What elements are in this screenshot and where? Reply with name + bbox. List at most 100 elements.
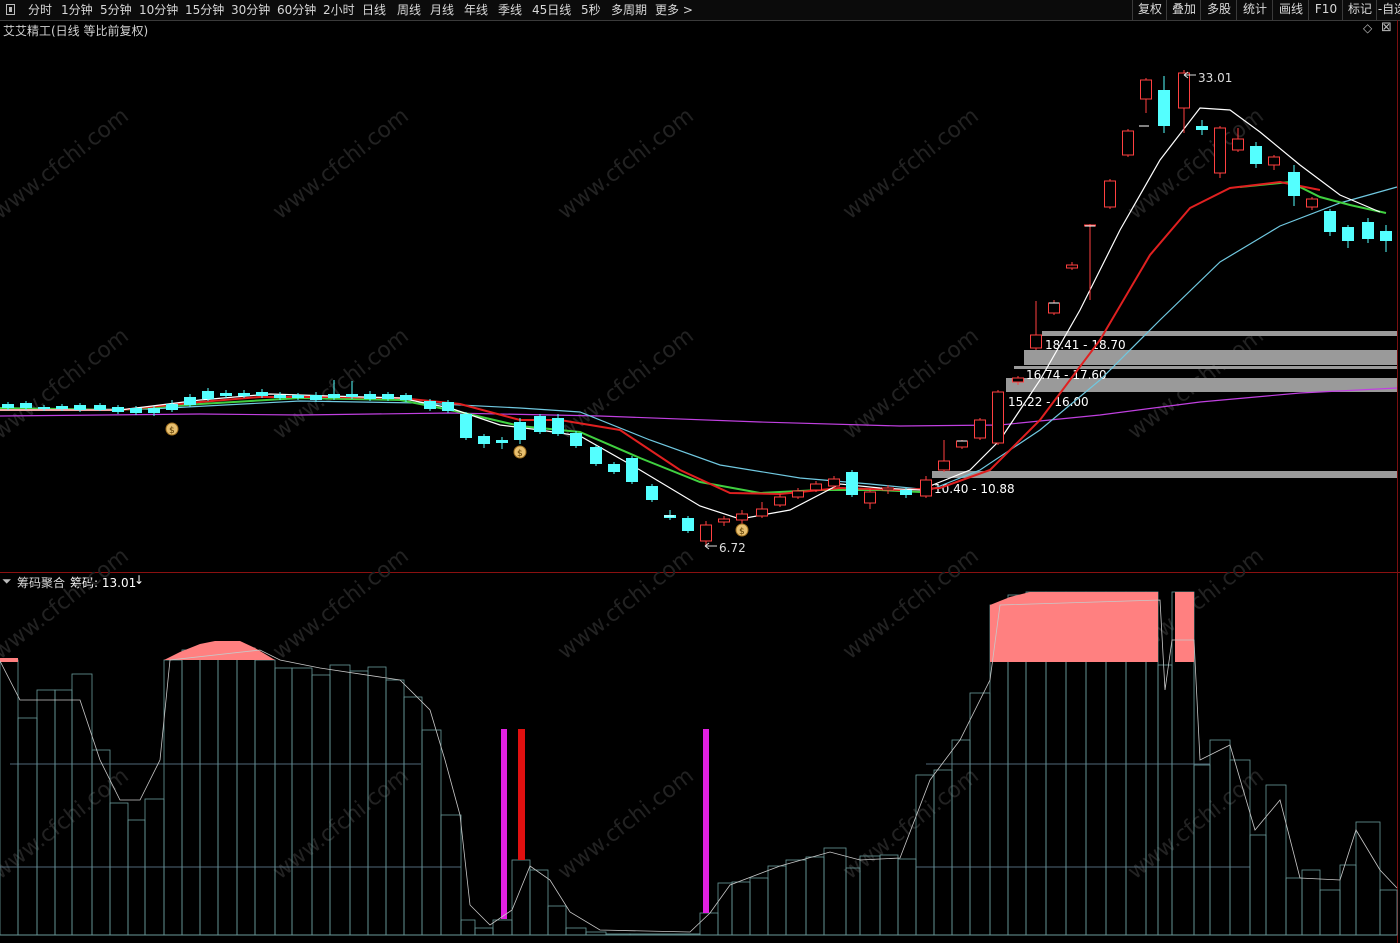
candle-body-50	[920, 479, 932, 497]
pink-peak-edge	[0, 658, 18, 662]
signal-bar-magenta-1	[501, 729, 507, 919]
zone-band-4	[932, 471, 1397, 478]
candle-body-60	[1104, 180, 1116, 208]
chip-bar-50	[969, 692, 991, 936]
chip-bar-40	[785, 859, 807, 936]
candle-body-74	[1362, 222, 1374, 239]
candle-body-63	[1158, 90, 1170, 126]
chip-bar-0	[0, 659, 19, 936]
watermark-19: www.cfchi.com	[1123, 763, 1268, 884]
low-arrow-icon	[704, 542, 717, 550]
chip-bar-39	[767, 865, 787, 936]
watermark-16: www.cfchi.com	[268, 763, 413, 884]
candle-body-11	[202, 391, 214, 399]
candle-body-10	[184, 397, 196, 405]
money-bag-symbol-1: $	[517, 449, 523, 459]
chip-bar-27	[492, 919, 513, 936]
chip-bar-18	[329, 664, 351, 936]
candle-body-4	[74, 405, 86, 410]
candle-body-16	[292, 395, 304, 398]
pink-peak-right-b	[1175, 592, 1194, 662]
candle-body-47	[864, 491, 876, 504]
candle-body-52	[956, 440, 968, 448]
chip-bar-65	[1249, 834, 1267, 936]
chip-bar-23	[421, 729, 442, 936]
chip-bar-31	[565, 927, 587, 936]
chip-bar-62	[1193, 764, 1211, 936]
candle-body-72	[1324, 211, 1336, 232]
candle-body-14	[256, 392, 268, 396]
candle-body-1	[20, 403, 32, 408]
candle-body-5	[94, 405, 106, 410]
candle-body-66	[1214, 127, 1226, 174]
candle-body-8	[148, 408, 160, 413]
candle-body-71	[1306, 198, 1318, 208]
candle-body-22	[400, 395, 412, 400]
candle-body-54	[992, 391, 1004, 444]
chip-bar-9	[163, 659, 183, 936]
candle-body-67	[1232, 138, 1244, 151]
chip-bar-45	[879, 854, 899, 936]
candle-body-33	[608, 464, 620, 472]
candle-body-29	[534, 416, 546, 432]
candle-body-28	[514, 422, 526, 440]
chip-bar-36	[717, 882, 733, 936]
chip-bar-71	[1355, 821, 1381, 936]
candle-body-64	[1178, 72, 1190, 109]
chip-bar-14	[254, 659, 276, 936]
candle-body-70	[1288, 172, 1300, 196]
chart-canvas[interactable]: www.cfchi.com www.cfchi.com www.cfchi.com w…	[0, 0, 1400, 943]
ma-line-cyan	[0, 186, 1398, 491]
chip-bar-7	[127, 819, 146, 936]
chip-bar-28	[511, 859, 531, 936]
candle-body-49	[900, 490, 912, 495]
money-bag-symbol-0: $	[169, 426, 175, 436]
signal-bar-red	[518, 729, 525, 860]
watermark-6: www.cfchi.com	[268, 323, 413, 444]
candle-body-7	[130, 408, 142, 413]
candle-body-25	[460, 414, 472, 438]
watermark-17: www.cfchi.com	[553, 763, 698, 884]
money-bag-symbol-2: $	[739, 527, 745, 537]
candle-body-46	[846, 472, 858, 495]
chip-bar-46	[897, 858, 917, 936]
candle-body-9	[166, 404, 178, 410]
candle-body-2	[38, 407, 50, 409]
candle-body-32	[590, 447, 602, 464]
watermark-11: www.cfchi.com	[268, 543, 413, 664]
candle-body-40	[736, 513, 748, 521]
candle-body-69	[1268, 156, 1280, 166]
chip-bar-12	[217, 644, 238, 936]
candle-body-68	[1250, 146, 1262, 164]
chip-bar-67	[1285, 877, 1303, 936]
candle-body-75	[1380, 231, 1392, 241]
watermark-7: www.cfchi.com	[553, 323, 698, 444]
chip-bar-68	[1301, 869, 1321, 936]
candle-body-57	[1048, 302, 1060, 314]
candle-body-38	[700, 524, 712, 542]
chip-bar-60	[1157, 664, 1173, 936]
candle-body-35	[646, 486, 658, 500]
chip-bar-29	[529, 869, 549, 936]
candle-body-0	[2, 404, 14, 408]
candle-body-21	[382, 394, 394, 399]
candle-body-27	[496, 440, 508, 443]
candle-body-18	[328, 394, 340, 398]
chip-bar-38	[749, 877, 769, 936]
zone-band-0	[1042, 331, 1397, 336]
candle-body-15	[274, 395, 286, 398]
chip-bar-70	[1339, 864, 1357, 936]
watermark-0: www.cfchi.com	[0, 103, 134, 224]
candle-body-17	[310, 395, 322, 400]
candle-body-6	[112, 407, 124, 412]
candle-body-39	[718, 518, 730, 523]
zone-label-2: 15.22 - 16.00	[1008, 395, 1089, 409]
chip-bar-16	[291, 667, 313, 936]
candle-body-30	[552, 418, 564, 434]
chip-bar-66	[1265, 784, 1287, 936]
candle-body-61	[1122, 130, 1134, 156]
candle-body-3	[56, 406, 68, 409]
chip-bar-1	[17, 717, 38, 936]
chip-bar-41	[805, 856, 825, 936]
candle-body-41	[756, 508, 768, 517]
